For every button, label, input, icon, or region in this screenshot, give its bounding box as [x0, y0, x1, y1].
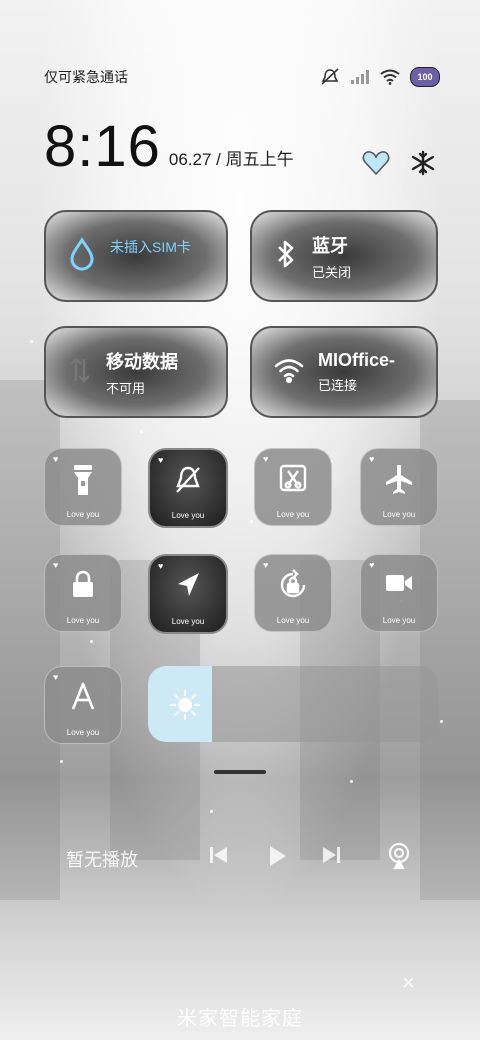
mobile-data-title: 移动数据	[106, 351, 178, 372]
heart-icon: ♥	[158, 561, 164, 571]
location-toggle[interactable]: ♥ Love you	[148, 554, 228, 634]
heart-icon: ♥	[263, 454, 269, 464]
bluetooth-status: 已关闭	[312, 264, 352, 280]
rotation-lock-toggle[interactable]: ♥ Love you	[254, 554, 332, 632]
rotation-lock-icon	[277, 569, 309, 606]
smart-home-title[interactable]: 米家智能家庭	[0, 1002, 480, 1031]
heart-icon: ♥	[369, 454, 375, 464]
toggle-caption: Love you	[171, 617, 205, 626]
heart-icon: ♥	[158, 455, 164, 465]
previous-icon[interactable]	[208, 844, 230, 871]
toggle-caption: Love you	[66, 728, 100, 737]
mobile-data-tile[interactable]: 移动数据 不可用	[44, 326, 228, 418]
location-icon	[174, 570, 202, 605]
clock-time[interactable]: 8:16	[44, 118, 161, 176]
next-icon[interactable]	[320, 844, 342, 871]
brightness-slider[interactable]	[148, 666, 438, 742]
sim-label: 未插入SIM卡	[110, 239, 191, 255]
wifi-tile[interactable]: MIOffice- 已连接	[250, 326, 438, 418]
media-title: 暂无播放	[66, 850, 138, 870]
toggle-caption: Love you	[171, 511, 205, 520]
airplane-icon	[384, 463, 414, 500]
screen-record-toggle[interactable]: ♥ Love you	[360, 554, 438, 632]
battery-level: 100	[417, 72, 433, 82]
signal-icon	[350, 70, 370, 84]
lock-icon	[70, 569, 96, 604]
wifi-status-icon	[380, 69, 400, 85]
bluetooth-title: 蓝牙	[312, 235, 348, 256]
lock-screen-toggle[interactable]: ♥ Love you	[44, 554, 122, 632]
screenshot-toggle[interactable]: ♥ Love you	[254, 448, 332, 526]
auto-brightness-toggle[interactable]: ♥ Love you	[44, 666, 122, 744]
battery-icon: 100	[410, 67, 440, 87]
flashlight-icon	[71, 463, 95, 502]
wifi-icon	[274, 357, 304, 388]
heart-icon: ♥	[53, 560, 59, 570]
media-card: 暂无播放	[40, 800, 440, 910]
bluetooth-tile[interactable]: 蓝牙 已关闭	[250, 210, 438, 302]
auto-brightness-icon	[69, 681, 97, 716]
toggle-caption: Love you	[382, 616, 416, 625]
toggle-caption: Love you	[276, 616, 310, 625]
bluetooth-icon	[274, 238, 298, 275]
airplane-toggle[interactable]: ♥ Love you	[360, 448, 438, 526]
video-camera-icon	[383, 569, 415, 602]
toggle-caption: Love you	[276, 510, 310, 519]
mobile-data-status: 不可用	[106, 380, 146, 396]
mobile-data-icon	[68, 355, 92, 390]
drag-handle[interactable]	[214, 770, 266, 774]
wifi-status: 已连接	[318, 378, 358, 393]
heart-badge-icon[interactable]	[362, 150, 390, 181]
sim-tile[interactable]: 未插入SIM卡	[44, 210, 228, 302]
toggle-caption: Love you	[66, 616, 100, 625]
toggle-caption: Love you	[66, 510, 100, 519]
screenshot-icon	[278, 463, 308, 498]
heart-icon: ♥	[263, 560, 269, 570]
close-icon[interactable]: ×	[402, 970, 415, 996]
heart-icon: ♥	[53, 454, 59, 464]
silent-toggle[interactable]: ♥ Love you	[148, 448, 228, 528]
water-drop-icon	[68, 236, 96, 276]
status-bar: 仅可紧急通话 100	[44, 66, 440, 88]
heart-icon: ♥	[53, 672, 59, 682]
cast-icon[interactable]	[384, 840, 414, 875]
flashlight-toggle[interactable]: ♥ Love you	[44, 448, 122, 526]
mute-icon	[320, 68, 340, 86]
toggle-caption: Love you	[382, 510, 416, 519]
clock-date[interactable]: 06.27 / 周五上午	[169, 145, 294, 170]
wifi-title: MIOffice-	[318, 350, 396, 370]
heart-icon: ♥	[369, 560, 375, 570]
sun-icon	[168, 688, 202, 727]
clock[interactable]: 8:16 06.27 / 周五上午	[44, 118, 294, 176]
play-icon[interactable]	[266, 844, 288, 873]
snowflake-icon[interactable]	[410, 150, 436, 181]
mute-bell-icon	[174, 464, 202, 501]
carrier-text: 仅可紧急通话	[44, 69, 128, 85]
